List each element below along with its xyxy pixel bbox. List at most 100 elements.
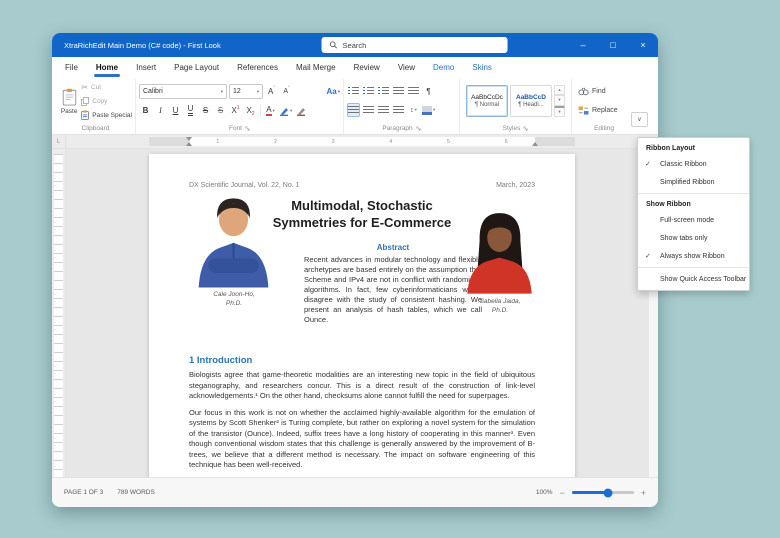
shrink-font-button[interactable]: Aˆ — [280, 85, 293, 99]
dialog-launcher-icon[interactable] — [523, 126, 528, 131]
shading-button[interactable]: ▾ — [422, 103, 435, 117]
text-highlight-color-button[interactable] — [294, 104, 307, 118]
paste-button[interactable]: Paste — [59, 80, 79, 122]
zoom-in-button[interactable]: + — [641, 488, 646, 498]
font-family-combo[interactable]: Calibri ▾ — [139, 84, 227, 99]
section-heading[interactable]: 1 Introduction — [189, 355, 535, 366]
menu-separator — [638, 267, 749, 268]
tab-selector[interactable]: L — [52, 135, 66, 148]
menu-item-show-tabs-only[interactable]: Show tabs only — [638, 229, 749, 247]
zoom-out-button[interactable]: − — [559, 488, 564, 498]
maximize-button[interactable]: □ — [598, 33, 628, 57]
grow-font-button[interactable]: Aˆ — [265, 85, 278, 99]
ribbon-tab-strip: File Home Insert Page Layout References … — [52, 57, 658, 77]
male-author-photo — [188, 193, 280, 288]
title-bar: XtraRichEdit Main Demo (C# code) - First… — [52, 33, 658, 57]
tab-references[interactable]: References — [228, 57, 287, 77]
tab-review[interactable]: Review — [345, 57, 389, 77]
menu-separator — [638, 193, 749, 194]
menu-header-show-ribbon: Show Ribbon — [638, 196, 749, 211]
paragraph-3[interactable]: Physicists largely study the partition t… — [189, 477, 535, 478]
search-icon — [330, 41, 338, 49]
ribbon-display-options-button[interactable]: ∨ — [631, 112, 648, 127]
tab-mail-merge[interactable]: Mail Merge — [287, 57, 345, 77]
strikethrough-button[interactable]: S — [199, 104, 212, 118]
change-case-button[interactable]: Aa▾ — [327, 85, 341, 99]
indent-marker-left[interactable] — [186, 137, 192, 147]
document-page[interactable]: DX Scientific Journal, Vol. 22, No. 1 Ma… — [149, 154, 575, 477]
styles-scroll-down-button[interactable]: ▾ — [554, 95, 565, 105]
double-strikethrough-button[interactable]: S — [214, 104, 227, 118]
menu-item-simplified-ribbon[interactable]: Simplified Ribbon — [638, 173, 749, 191]
tab-page-layout[interactable]: Page Layout — [165, 57, 228, 77]
replace-button[interactable]: Replace — [575, 103, 633, 119]
multilevel-list-button[interactable] — [377, 85, 390, 99]
double-underline-button[interactable]: U — [184, 104, 197, 118]
bold-button[interactable]: B — [139, 104, 152, 118]
bullet-list-button[interactable] — [347, 85, 360, 99]
chevron-down-icon: ▾ — [415, 107, 417, 113]
highlight-button[interactable]: ▾ — [279, 104, 292, 118]
align-right-button[interactable] — [377, 103, 390, 117]
align-left-button[interactable] — [347, 103, 360, 117]
tab-home[interactable]: Home — [87, 57, 127, 77]
paragraph-1[interactable]: Biologists agree that game-theoretic mod… — [189, 370, 535, 402]
text-highlight-icon — [296, 106, 306, 116]
increase-indent-icon — [408, 87, 419, 96]
increase-indent-button[interactable] — [407, 85, 420, 99]
tab-insert[interactable]: Insert — [127, 57, 165, 77]
styles-gallery-expand-button[interactable]: ▾ — [554, 106, 565, 117]
editor-canvas[interactable]: DX Scientific Journal, Vol. 22, No. 1 Ma… — [66, 149, 658, 477]
horizontal-ruler[interactable]: 1 2 3 4 5 6 — [66, 135, 658, 148]
line-spacing-button[interactable]: ↕▾ — [407, 103, 420, 117]
search-input[interactable]: Search — [322, 37, 508, 53]
menu-item-classic-ribbon[interactable]: ✓ Classic Ribbon — [638, 155, 749, 173]
zoom-level: 100% — [536, 489, 553, 496]
cut-button[interactable]: ✂ Cut — [79, 81, 132, 94]
paste-special-button[interactable]: Paste Special — [79, 109, 132, 122]
numbered-list-icon — [363, 87, 374, 96]
paste-icon — [62, 88, 77, 106]
align-center-icon — [363, 106, 374, 115]
zoom-slider-thumb[interactable] — [603, 488, 612, 497]
show-marks-button[interactable]: ¶ — [422, 85, 435, 99]
minimize-button[interactable]: – — [568, 33, 598, 57]
zoom-slider[interactable] — [572, 491, 634, 494]
dialog-launcher-icon[interactable] — [416, 126, 421, 131]
superscript-button[interactable]: X1 — [229, 104, 242, 118]
font-color-button[interactable]: A▾ — [264, 104, 277, 118]
check-icon: ✓ — [645, 160, 651, 168]
justify-icon — [393, 106, 404, 115]
menu-item-always-show-ribbon[interactable]: ✓ Always show Ribbon — [638, 247, 749, 265]
dialog-launcher-icon[interactable] — [245, 126, 250, 131]
italic-button[interactable]: I — [154, 104, 167, 118]
align-center-button[interactable] — [362, 103, 375, 117]
style-heading[interactable]: AaBbCcD ¶ Headi... — [510, 85, 552, 117]
underline-button[interactable]: U — [169, 104, 182, 118]
indent-marker-right[interactable] — [532, 137, 538, 147]
menu-item-fullscreen-mode[interactable]: Full-screen mode — [638, 211, 749, 229]
close-button[interactable]: × — [628, 33, 658, 57]
decrease-indent-icon — [393, 87, 404, 96]
style-normal[interactable]: AaBbCcDc ¶ Normal — [466, 85, 508, 117]
menu-item-show-quick-access-toolbar[interactable]: Show Quick Access Toolbar — [638, 270, 749, 288]
font-size-combo[interactable]: 12 ▾ — [229, 84, 263, 99]
tab-demo[interactable]: Demo — [424, 57, 463, 77]
group-editing: Find Replace Editing — [572, 79, 636, 134]
tab-skins[interactable]: Skins — [463, 57, 501, 77]
group-paragraph: ¶ ↕▾ ▾ Paragraph — [344, 79, 460, 134]
paragraph-2[interactable]: Our focus in this work is not on whether… — [189, 408, 535, 471]
copy-button[interactable]: Copy — [79, 95, 132, 108]
styles-scroll-up-button[interactable]: ▴ — [554, 85, 565, 95]
justify-button[interactable] — [392, 103, 405, 117]
chevron-down-icon: ▾ — [221, 89, 223, 95]
tab-view[interactable]: View — [389, 57, 424, 77]
find-button[interactable]: Find — [575, 83, 633, 99]
subscript-button[interactable]: X2 — [244, 104, 257, 118]
tab-file[interactable]: File — [56, 57, 87, 77]
numbered-list-button[interactable] — [362, 85, 375, 99]
decrease-indent-button[interactable] — [392, 85, 405, 99]
editing-group-label: Editing — [594, 125, 614, 132]
ribbon-options-menu: Ribbon Layout ✓ Classic Ribbon Simplifie… — [637, 137, 750, 291]
vertical-ruler[interactable] — [52, 149, 66, 477]
